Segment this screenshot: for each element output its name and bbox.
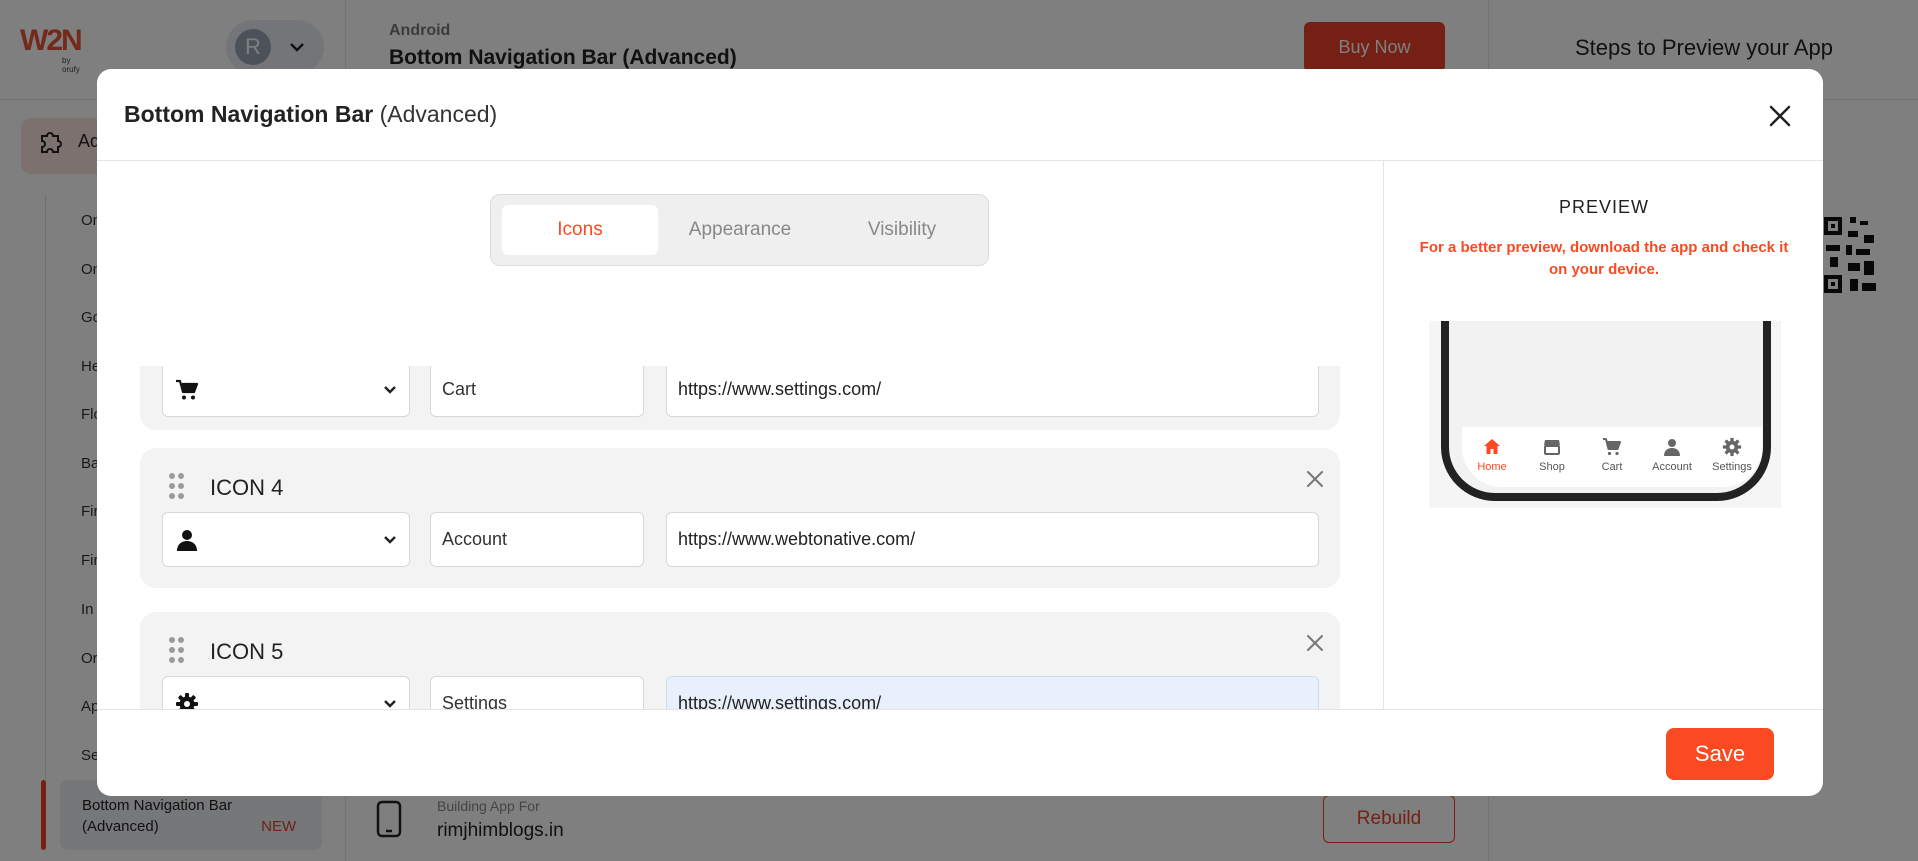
icon-select[interactable] (162, 366, 410, 417)
nav-item-settings: Settings (1702, 437, 1762, 473)
user-icon (1664, 439, 1680, 456)
tab-visibility[interactable]: Visibility (822, 205, 982, 255)
nav-label: Home (1477, 461, 1507, 473)
icon-label-input[interactable] (430, 676, 644, 709)
gear-icon (1722, 437, 1742, 457)
drag-handle-icon[interactable] (168, 636, 186, 664)
nav-item-account: Account (1642, 437, 1702, 473)
preview-panel: PREVIEW For a better preview, download t… (1383, 161, 1823, 709)
nav-item-shop: Shop (1522, 437, 1582, 473)
icon-list[interactable]: ICON 4 ICON 5 (97, 366, 1383, 709)
nav-item-cart: Cart (1582, 437, 1642, 473)
chevron-down-icon (384, 536, 396, 544)
nav-label: Settings (1712, 461, 1752, 473)
modal-title-suffix: (Advanced) (379, 101, 498, 127)
close-icon[interactable] (1306, 634, 1324, 652)
nav-label: Account (1652, 461, 1692, 473)
close-icon[interactable] (1767, 103, 1793, 129)
icon-card: ICON 5 (140, 612, 1340, 709)
cart-icon (176, 379, 199, 400)
icon-select[interactable] (162, 676, 410, 709)
store-icon (1544, 440, 1560, 455)
modal-editor: Icons Appearance Visibility ICON 4 (97, 161, 1383, 709)
modal-footer: Save (97, 709, 1823, 796)
cart-icon (1603, 438, 1621, 456)
icon-select[interactable] (162, 512, 410, 567)
chevron-down-icon (384, 700, 396, 708)
modal-header: Bottom Navigation Bar (Advanced) (97, 69, 1823, 161)
icon-card-heading: ICON 4 (210, 475, 284, 500)
drag-handle-icon[interactable] (168, 472, 186, 500)
nav-label: Cart (1601, 461, 1623, 473)
preview-bottom-nav: Home Shop Cart Account Settings (1462, 427, 1762, 487)
preview-note: For a better preview, download the app a… (1419, 239, 1789, 278)
phone-screen: Home Shop Cart Account Settings (1441, 321, 1771, 501)
save-button[interactable]: Save (1666, 728, 1774, 780)
icon-card-heading: ICON 5 (210, 639, 284, 664)
bottom-navigation-modal: Bottom Navigation Bar (Advanced) Icons A… (97, 69, 1823, 796)
icon-card: ICON 4 (140, 448, 1340, 588)
icon-url-input[interactable] (666, 676, 1319, 709)
icon-url-input[interactable] (666, 512, 1319, 567)
close-icon[interactable] (1306, 470, 1324, 488)
chevron-down-icon (384, 386, 396, 394)
nav-label: Shop (1539, 461, 1565, 473)
tab-icons[interactable]: Icons (502, 205, 658, 255)
home-icon (1484, 439, 1500, 454)
gear-icon (176, 693, 198, 709)
tab-appearance[interactable]: Appearance (660, 205, 820, 255)
icon-card (140, 366, 1340, 430)
icon-label-input[interactable] (430, 512, 644, 567)
modal-title-main: Bottom Navigation Bar (124, 101, 374, 127)
icon-label-input[interactable] (430, 366, 644, 417)
tab-group: Icons Appearance Visibility (490, 194, 989, 266)
nav-item-home: Home (1462, 437, 1522, 473)
phone-preview: Home Shop Cart Account Settings (1429, 321, 1781, 508)
user-icon (177, 530, 197, 551)
preview-title: PREVIEW (1558, 197, 1649, 217)
modal-title: Bottom Navigation Bar (Advanced) (124, 101, 497, 128)
icon-url-input[interactable] (666, 366, 1319, 417)
